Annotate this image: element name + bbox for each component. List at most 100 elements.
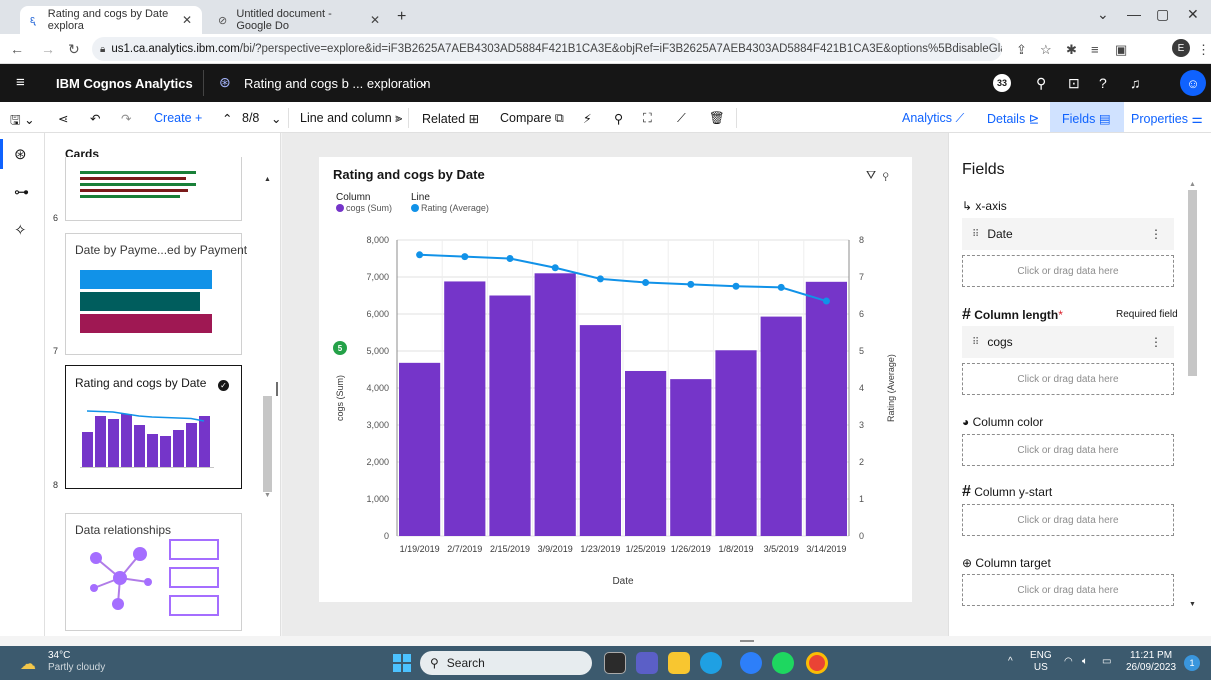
overflow-menu-icon[interactable]: ⋮ [1150,335,1162,349]
column-bar [399,362,441,536]
card-thumbnail-selected[interactable]: Rating and cogs by Date ✓ [65,365,242,489]
xaxis-field-pill[interactable]: ⠿ Date ⋮ [962,218,1174,250]
bottom-panel-handle[interactable] [740,640,754,642]
bookmark-star-icon[interactable]: ☆ [1040,42,1052,58]
scroll-down-icon[interactable]: ▼ [264,492,271,499]
column-length-field-pill[interactable]: ⠿ cogs ⋮ [962,326,1174,358]
compare-label: Compare [500,111,552,125]
browser-menu-icon[interactable]: ⋮ [1197,42,1210,58]
undo-icon[interactable]: ↶ [90,111,100,126]
legend-item-rating[interactable]: Rating (Average) [411,203,489,213]
card-thumbnail[interactable] [65,157,242,221]
column-color-dropzone[interactable]: Click or drag data here [962,434,1174,466]
relationships-icon[interactable]: ⊶ [14,183,29,201]
column-color-slot-label: ◕ Column color [962,415,1043,429]
weather-widget[interactable]: 34°C Partly cloudy [48,650,105,674]
column-length-dropzone[interactable]: Click or drag data here [962,363,1174,395]
drag-handle-icon[interactable]: ⠿ [972,229,979,240]
user-avatar-icon[interactable]: ☺ [1180,70,1206,96]
delete-icon[interactable]: 🗑︎ [709,111,725,126]
input-language[interactable]: ENG US [1030,650,1052,674]
share-exploration-icon[interactable]: ⋖ [58,111,68,126]
file-explorer-icon[interactable] [668,652,690,674]
forecast-icon[interactable]: ⟋ [677,111,686,126]
column-ystart-dropzone[interactable]: Click or drag data here [962,504,1174,536]
extensions-icon[interactable]: ✱ [1066,42,1077,58]
close-tab-icon[interactable]: ✕ [370,13,380,27]
fit-icon[interactable]: ⛶ [643,111,652,126]
weather-icon[interactable]: ☁ [20,654,36,674]
minimize-icon[interactable]: — [1127,6,1141,22]
related-button[interactable]: Related ⊞ [422,111,479,126]
card-thumbnail[interactable]: Date by Payme...ed by Payment [65,233,247,355]
close-tab-icon[interactable]: ✕ [182,13,192,27]
panel-resize-handle[interactable] [276,382,278,396]
notification-badge[interactable]: 1 [1184,655,1200,671]
forward-icon[interactable]: → [41,41,55,57]
notifications-bell-icon[interactable]: ♫ [1130,75,1141,91]
teams-icon[interactable] [636,652,658,674]
insights-icon[interactable]: ⚡︎ [583,111,592,126]
prev-card-icon[interactable]: ⌃ [222,111,232,126]
side-panel-icon[interactable]: ▣ [1115,42,1127,58]
fields-scrollbar-thumb[interactable] [1188,190,1197,376]
create-button[interactable]: Create + [154,111,202,125]
help-icon[interactable]: ? [1099,75,1107,91]
spotify-icon[interactable] [772,652,794,674]
address-bar[interactable]: 🔒︎ us1.ca.analytics.ibm.com /bi/?perspec… [92,37,1002,61]
wifi-icon[interactable]: ◠ [1064,656,1073,667]
new-tab-icon[interactable]: + [397,8,406,26]
viz-type-button[interactable]: Line and column ⫸ [300,111,402,126]
show-hidden-icons[interactable]: ^ [1008,656,1013,667]
back-icon[interactable]: ← [10,41,24,57]
filter-icon[interactable]: ⛛ [866,168,876,182]
tab-search-icon[interactable]: ⌄ [1097,6,1109,23]
pin-icon[interactable]: ⚲ [614,111,623,126]
scroll-up-icon[interactable]: ▲ [1189,181,1196,188]
insight-bulb-icon[interactable]: ⚲ [883,168,889,182]
properties-tab[interactable]: Properties ⚌ [1131,111,1203,126]
xaxis-dropzone[interactable]: Click or drag data here [962,255,1174,287]
thumb-bar [80,177,186,180]
notification-count-badge[interactable]: 33 [993,74,1011,92]
edge-icon[interactable] [700,652,722,674]
next-card-icon[interactable]: ⌄ [271,111,281,126]
taskbar-search[interactable]: ⚲ Search [420,651,592,675]
search-icon[interactable]: ⚲ [1036,75,1046,92]
hamburger-menu-icon[interactable]: ≡ [16,74,25,91]
browser-tab-active[interactable]: ᶓ Rating and cogs by Date explora ✕ [20,6,202,34]
save-icon[interactable]: 🖫︎ ⌄ [10,111,35,132]
legend-item-cogs[interactable]: cogs (Sum) [336,203,392,213]
cards-scrollbar-thumb[interactable] [263,396,272,492]
analytics-tab[interactable]: Analytics ⟋ [902,111,964,126]
fields-tab[interactable]: Fields ▤ [1062,111,1111,126]
redo-icon[interactable]: ↷ [121,111,131,126]
scroll-down-icon[interactable]: ▼ [1189,601,1196,608]
overflow-menu-icon[interactable]: ⋮ [1150,227,1162,241]
task-view-icon[interactable] [604,652,626,674]
data-relationships-card[interactable]: Data relationships [65,513,242,631]
system-clock[interactable]: 11:21 PM 26/09/2023 [1126,650,1176,674]
exploration-title[interactable]: Rating and cogs b ... exploration [244,76,430,91]
reading-list-icon[interactable]: ≡ [1091,42,1099,57]
compare-button[interactable]: Compare ⧉ [500,111,564,126]
volume-icon[interactable]: 🔈︎ [1082,656,1088,667]
copilot-icon[interactable] [740,652,762,674]
scroll-up-icon[interactable]: ▲ [264,176,271,183]
pinned-icon[interactable]: ✧ [14,221,27,239]
details-tab[interactable]: Details ⊵ [987,111,1039,126]
chrome-icon[interactable] [806,652,828,674]
close-window-icon[interactable]: ✕ [1187,6,1199,23]
browser-tab-docs[interactable]: ⊘ Untitled document - Google Do ✕ [208,6,390,34]
column-target-dropzone[interactable]: Click or drag data here [962,574,1174,606]
cards-view-icon[interactable]: ⊛ [14,145,27,163]
drag-handle-icon[interactable]: ⠿ [972,337,979,348]
assistant-icon[interactable]: ⊡ [1068,75,1080,92]
reload-icon[interactable]: ↻ [68,41,80,58]
battery-icon[interactable]: ▭ [1102,656,1111,667]
chevron-down-icon[interactable]: ⌄ [418,74,429,90]
profile-avatar[interactable]: E [1172,39,1190,57]
restore-icon[interactable]: ▢ [1156,6,1169,23]
share-icon[interactable]: ⇪ [1016,42,1027,58]
windows-start-icon[interactable] [393,654,411,672]
